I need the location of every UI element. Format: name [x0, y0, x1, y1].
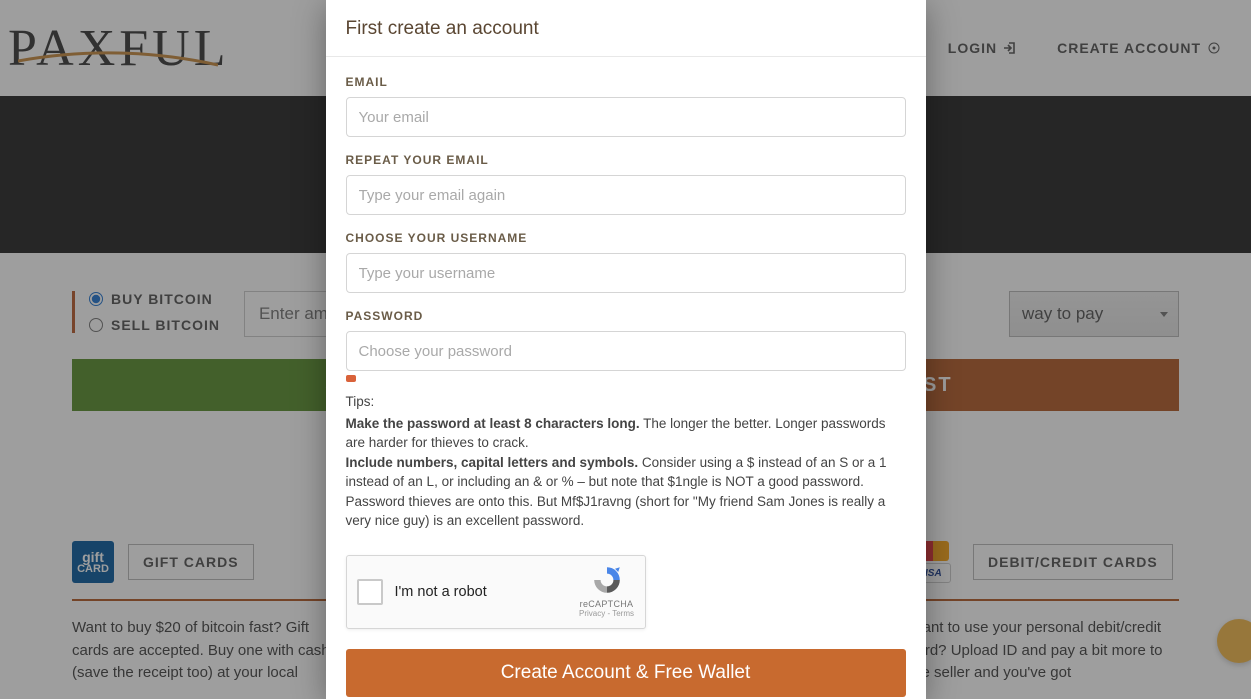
repeat-email-label: REPEAT YOUR EMAIL [346, 153, 906, 167]
recaptcha-label: I'm not a robot [395, 584, 487, 600]
recaptcha-brand: reCAPTCHA Privacy - Terms [579, 564, 635, 618]
modal-title: First create an account [326, 0, 926, 57]
recaptcha-checkbox[interactable] [357, 579, 383, 605]
tip-1: Make the password at least 8 characters … [346, 414, 906, 453]
repeat-email-field[interactable] [346, 175, 906, 215]
recaptcha-links[interactable]: Privacy - Terms [579, 609, 635, 618]
create-account-button[interactable]: Create Account & Free Wallet [346, 649, 906, 697]
password-tips: Tips: Make the password at least 8 chara… [346, 392, 906, 531]
modal-overlay: First create an account EMAIL REPEAT YOU… [0, 0, 1251, 699]
username-field[interactable] [346, 253, 906, 293]
username-label: CHOOSE YOUR USERNAME [346, 231, 906, 245]
email-field[interactable] [346, 97, 906, 137]
tip-2: Include numbers, capital letters and sym… [346, 453, 906, 531]
recaptcha: I'm not a robot reCAPTCHA Privacy - Term… [346, 555, 646, 629]
recaptcha-icon [590, 564, 624, 596]
tips-header: Tips: [346, 392, 906, 412]
password-label: PASSWORD [346, 309, 906, 323]
create-account-modal: First create an account EMAIL REPEAT YOU… [326, 0, 926, 699]
password-strength-bar [346, 375, 356, 382]
password-field[interactable] [346, 331, 906, 371]
email-label: EMAIL [346, 75, 906, 89]
